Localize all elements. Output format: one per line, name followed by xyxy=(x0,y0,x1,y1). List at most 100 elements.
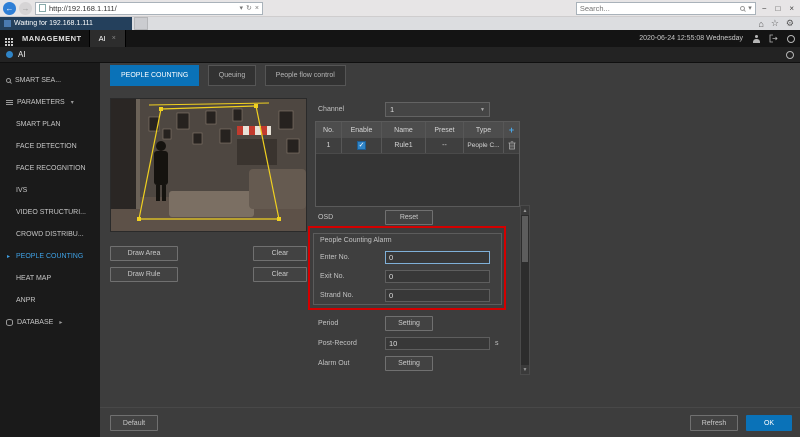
panel-scrollbar[interactable]: ▲ ▼ xyxy=(520,205,530,375)
clear-area-button[interactable]: Clear xyxy=(253,246,307,261)
tab-people-counting[interactable]: PEOPLE COUNTING xyxy=(110,65,199,86)
feature-tabs: PEOPLE COUNTING Queuing People flow cont… xyxy=(110,65,350,86)
minimize-icon[interactable]: − xyxy=(759,4,770,13)
sidebar-item-face-detection[interactable]: FACE DETECTION xyxy=(0,135,100,157)
sidebar-item-heat-map[interactable]: HEAT MAP xyxy=(0,267,100,289)
search-box[interactable]: ▾ xyxy=(576,2,756,15)
draw-area-button[interactable]: Draw Area xyxy=(110,246,178,261)
clear-rule-button[interactable]: Clear xyxy=(253,267,307,282)
strand-no-input[interactable] xyxy=(385,289,490,302)
chevron-down-icon[interactable]: ▾ xyxy=(240,5,244,12)
page-icon xyxy=(39,4,46,12)
chevron-right-icon: ▸ xyxy=(59,319,62,326)
sidebar-item-crowd-distribution[interactable]: CROWD DISTRIBU... xyxy=(0,223,100,245)
sidebar-item-video-structuring[interactable]: VIDEO STRUCTURI... xyxy=(0,201,100,223)
alarm-out-setting-button[interactable]: Setting xyxy=(385,356,433,371)
new-tab-button[interactable] xyxy=(134,17,148,30)
favorites-star-icon[interactable]: ☆ xyxy=(771,18,779,29)
rule-row[interactable]: 1 ✓ Rule1 -- People C... xyxy=(316,138,519,154)
search-dropdown-icon[interactable]: ▾ xyxy=(748,5,752,12)
window-close-icon[interactable]: × xyxy=(786,4,797,13)
period-label: Period xyxy=(318,320,338,327)
rule-name[interactable]: Rule1 xyxy=(382,138,426,153)
chevron-down-icon: ▼ xyxy=(480,107,485,113)
delete-rule-button[interactable] xyxy=(504,138,519,153)
tools-gear-icon[interactable]: ⚙ xyxy=(786,18,794,29)
strand-no-label: Strand No. xyxy=(320,292,353,299)
maximize-icon[interactable]: □ xyxy=(772,4,783,13)
datetime-label: 2020-06-24 12:55:08 Wednesday xyxy=(639,35,743,42)
sidebar-item-smart-plan[interactable]: SMART PLAN xyxy=(0,113,100,135)
period-setting-button[interactable]: Setting xyxy=(385,316,433,331)
tab-people-flow-control[interactable]: People flow control xyxy=(265,65,346,86)
sidebar-item-face-recognition[interactable]: FACE RECOGNITION xyxy=(0,157,100,179)
osd-reset-button[interactable]: Reset xyxy=(385,210,433,225)
enter-no-input[interactable] xyxy=(385,251,490,264)
exit-no-input[interactable] xyxy=(385,270,490,283)
rules-table: No. Enable Name Preset Type + 1 ✓ Rule1 … xyxy=(315,121,520,207)
sidebar: SMART SEA... PARAMETERS ▾ SMART PLAN FAC… xyxy=(0,63,100,437)
scroll-down-icon[interactable]: ▼ xyxy=(521,365,529,374)
sidebar-item-parameters[interactable]: PARAMETERS ▾ xyxy=(0,91,100,113)
screen: ← → http://192.168.1.111/ ▾ ↻ × ▾ − □ × … xyxy=(0,0,800,437)
channel-label: Channel xyxy=(318,106,344,113)
trash-icon xyxy=(508,141,516,150)
enter-no-label: Enter No. xyxy=(320,254,350,261)
footer: Default Refresh OK xyxy=(100,407,800,437)
sidebar-item-ivs[interactable]: IVS xyxy=(0,179,100,201)
tab-title: Waiting for 192.168.1.111 xyxy=(14,20,93,27)
alarm-group-title: People Counting Alarm xyxy=(320,237,392,244)
browser-tab[interactable]: Waiting for 192.168.1.111 xyxy=(0,17,132,30)
video-preview[interactable] xyxy=(110,98,307,232)
search-input[interactable] xyxy=(580,4,737,13)
search-magnifier-icon[interactable] xyxy=(740,6,745,11)
scroll-up-icon[interactable]: ▲ xyxy=(521,206,529,215)
tab-close-icon[interactable]: × xyxy=(112,35,116,42)
sidebar-item-people-counting[interactable]: ▸ PEOPLE COUNTING xyxy=(0,245,100,267)
url-text[interactable]: http://192.168.1.111/ xyxy=(49,4,237,13)
post-record-unit: s xyxy=(495,340,499,347)
user-icon[interactable] xyxy=(752,35,760,43)
app-header: MANAGEMENT AI × 2020-06-24 12:55:08 Wedn… xyxy=(0,30,800,47)
info-icon[interactable] xyxy=(787,35,795,43)
stop-icon[interactable]: × xyxy=(255,5,259,12)
sidebar-item-smart-search[interactable]: SMART SEA... xyxy=(0,69,100,91)
rules-table-empty-area xyxy=(316,154,519,206)
sidebar-item-database[interactable]: DATABASE ▸ xyxy=(0,311,100,333)
alarm-out-label: Alarm Out xyxy=(318,360,350,367)
forward-button[interactable]: → xyxy=(19,2,32,15)
striped-awning xyxy=(237,126,271,135)
arrow-right-icon: ▸ xyxy=(7,253,10,260)
home-icon[interactable]: ⌂ xyxy=(758,19,763,29)
rule-enable-checkbox[interactable]: ✓ xyxy=(357,141,366,150)
tab-queuing[interactable]: Queuing xyxy=(208,65,256,86)
refresh-icon[interactable]: ↻ xyxy=(246,5,252,12)
address-bar[interactable]: http://192.168.1.111/ ▾ ↻ × xyxy=(35,2,263,15)
channel-select[interactable]: 1 ▼ xyxy=(385,102,490,117)
back-button[interactable]: ← xyxy=(3,2,16,15)
scrollbar-thumb[interactable] xyxy=(522,216,528,262)
browser-toolbar: ← → http://192.168.1.111/ ▾ ↻ × ▾ − □ × xyxy=(0,0,800,17)
rules-table-header: No. Enable Name Preset Type + xyxy=(316,122,519,138)
post-record-input[interactable] xyxy=(385,337,490,350)
add-rule-button[interactable]: + xyxy=(504,122,519,138)
browser-tab-bar: Waiting for 192.168.1.111 ⌂ ☆ ⚙ xyxy=(0,17,800,30)
logout-icon[interactable] xyxy=(769,34,778,43)
refresh-button[interactable]: Refresh xyxy=(690,415,738,431)
default-button[interactable]: Default xyxy=(110,415,158,431)
ok-button[interactable]: OK xyxy=(746,415,792,431)
snapshot-icon[interactable] xyxy=(786,51,794,59)
page-header: AI xyxy=(0,47,800,63)
plus-icon: + xyxy=(509,125,514,135)
exit-no-label: Exit No. xyxy=(320,273,345,280)
sidebar-item-anpr[interactable]: ANPR xyxy=(0,289,100,311)
post-record-label: Post-Record xyxy=(318,340,357,347)
osd-label: OSD xyxy=(318,214,333,221)
parameters-icon xyxy=(6,100,13,101)
app-tab-ai[interactable]: AI × xyxy=(89,30,126,47)
chevron-down-icon: ▾ xyxy=(71,99,74,106)
brand-label: MANAGEMENT xyxy=(22,34,82,43)
page-title: AI xyxy=(18,50,26,59)
draw-rule-button[interactable]: Draw Rule xyxy=(110,267,178,282)
grid-menu-icon[interactable] xyxy=(5,38,7,40)
